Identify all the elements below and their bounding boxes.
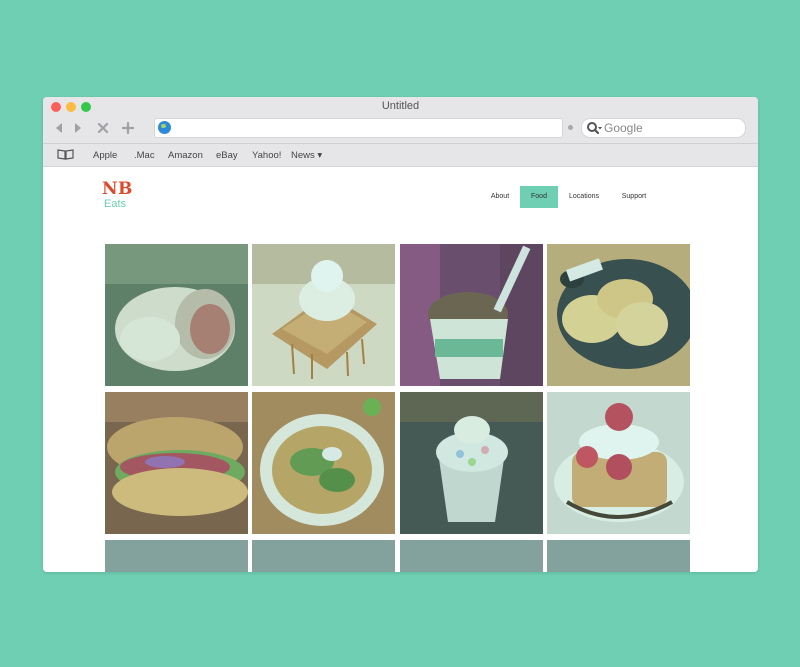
web-page: NB Eats About Food Locations Support [43,167,758,572]
browser-window: Untitled Apple .Ma [43,97,758,572]
photo-wrap-sandwich[interactable] [105,244,248,386]
bookmark-news[interactable]: News ▾ [291,150,322,161]
search-bar[interactable] [581,118,746,138]
photo-pancakes[interactable] [547,244,690,386]
photo-strawberry-waffle[interactable] [547,392,690,534]
photo-placeholder[interactable] [105,540,248,572]
window-title: Untitled [381,100,420,112]
bookmark-mac[interactable]: .Mac [134,150,155,161]
site-logo[interactable]: NB [102,179,133,199]
photo-sub-sandwich[interactable] [105,392,248,534]
add-bookmark-icon[interactable] [120,120,136,136]
book-icon[interactable] [57,149,74,160]
bookmarks-bar: Apple .Mac Amazon eBay Yahoo! News ▾ [43,144,758,167]
photo-placeholder[interactable] [547,540,690,572]
photo-ice-cream-cup[interactable] [400,244,543,386]
search-input[interactable] [604,119,734,137]
bookmark-ebay[interactable]: eBay [216,150,238,161]
bookmark-amazon[interactable]: Amazon [168,150,203,161]
activity-dot-icon [568,125,573,130]
search-icon [587,122,602,135]
browser-toolbar: Untitled [43,97,758,144]
back-icon[interactable] [51,120,67,136]
url-bar[interactable] [154,118,563,138]
nav-about[interactable]: About [480,186,520,208]
site-logo-subtitle: Eats [104,198,127,210]
photo-placeholder[interactable] [400,540,543,572]
stop-icon[interactable] [95,120,111,136]
forward-icon[interactable] [70,120,86,136]
food-gallery [105,244,691,572]
photo-honey-toast[interactable] [252,244,395,386]
bookmark-yahoo[interactable]: Yahoo! [252,150,281,161]
bookmark-apple[interactable]: Apple [93,150,117,161]
nav-locations[interactable]: Locations [558,186,610,208]
nav-support[interactable]: Support [610,186,658,208]
photo-shaved-ice-dessert[interactable] [400,392,543,534]
globe-icon [158,121,171,134]
photo-pho-soup[interactable] [252,392,395,534]
photo-placeholder[interactable] [252,540,395,572]
nav-food[interactable]: Food [520,186,558,208]
